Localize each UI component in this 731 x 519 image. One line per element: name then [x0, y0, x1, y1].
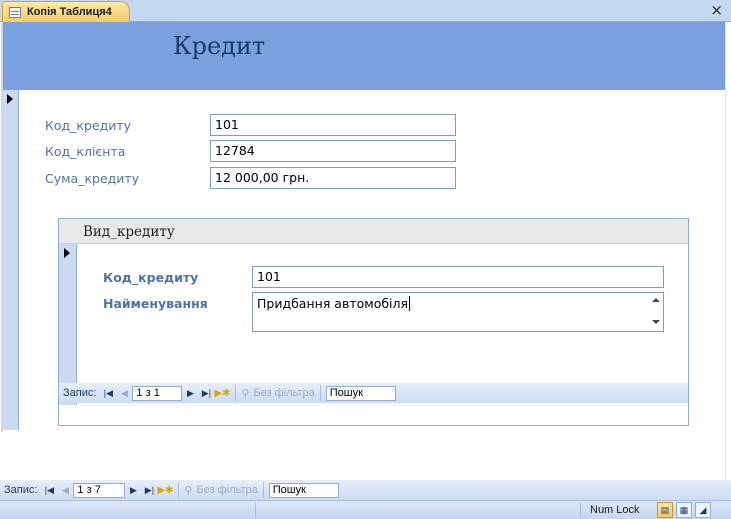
record-position[interactable]: 1 з 7 [73, 482, 126, 498]
subform-record-position[interactable]: 1 з 1 [132, 385, 183, 401]
form-header: Кредит [3, 22, 725, 90]
document-tab-strip: Копія Таблиця4 × [0, 0, 731, 22]
scroll-down-icon[interactable] [652, 320, 660, 324]
subform-new-record-icon[interactable]: ▶✱ [214, 386, 230, 400]
num-lock-indicator: Num Lock [590, 504, 640, 516]
main-nav-separator [178, 482, 180, 498]
filter-status[interactable]: Без фільтра [196, 484, 257, 496]
subform-last-record-icon[interactable]: ▶| [200, 386, 212, 400]
field-label-client-code: Код_клієнта [45, 144, 126, 159]
subform-prev-record-icon[interactable]: ◀ [118, 386, 130, 400]
subform-name-value: Придбання автомобіля [257, 296, 409, 311]
subform-filter-icon[interactable]: ⚲ [241, 387, 249, 400]
memo-scrollbar[interactable] [649, 293, 663, 331]
subform-first-record-icon[interactable]: |◀ [102, 386, 114, 400]
subform-credit-type: Вид_кредиту Код_кредиту 101 Найменування… [58, 218, 689, 426]
subform-navigation-bar: Запис: |◀ ◀ 1 з 1 ▶ ▶| ▶✱ ⚲ Без фільтра … [59, 383, 688, 403]
form-icon [9, 6, 21, 18]
last-record-icon[interactable]: ▶| [143, 483, 155, 497]
text-caret [409, 296, 411, 311]
prev-record-icon[interactable]: ◀ [59, 483, 71, 497]
next-record-icon[interactable]: ▶ [127, 483, 139, 497]
design-view-icon[interactable]: ◢ [695, 502, 711, 518]
client-code-field[interactable]: 12784 [210, 140, 456, 162]
subform-label-name: Найменування [103, 296, 208, 311]
new-record-icon[interactable]: ▶✱ [157, 483, 173, 497]
search-input[interactable]: Пошук [268, 482, 339, 498]
subform-search-input[interactable]: Пошук [325, 385, 396, 401]
form-title: Кредит [173, 32, 266, 60]
subform-nav-separator-2 [319, 385, 321, 401]
status-divider-2 [580, 503, 581, 518]
subform-label-credit-code: Код_кредиту [103, 270, 199, 285]
main-navigation-bar: Запис: |◀ ◀ 1 з 7 ▶ ▶| ▶✱ ⚲ Без фільтра … [0, 480, 731, 500]
credit-code-field[interactable]: 101 [210, 114, 456, 136]
record-selector[interactable] [3, 90, 19, 430]
status-divider [255, 503, 256, 518]
layout-view-icon[interactable]: ▦ [676, 502, 692, 518]
subform-name-field[interactable]: Придбання автомобіля [252, 292, 664, 332]
field-label-credit-code: Код_кредиту [45, 118, 132, 133]
status-bar: Num Lock ▤ ▦ ◢ [0, 500, 731, 519]
subform-header: Вид_кредиту [59, 219, 688, 244]
form-view-icon[interactable]: ▤ [657, 502, 673, 518]
subform-current-record-icon [64, 248, 70, 258]
subform-nav-label: Запис: [63, 387, 97, 399]
document-tab[interactable]: Копія Таблиця4 [2, 1, 130, 22]
form-area: Кредит Код_кредиту 101 Код_клієнта 12784… [0, 22, 731, 480]
document-tab-label: Копія Таблиця4 [27, 6, 112, 18]
subform-record-selector[interactable] [59, 244, 77, 405]
first-record-icon[interactable]: |◀ [43, 483, 55, 497]
current-record-icon [7, 94, 13, 104]
subform-nav-separator [235, 385, 237, 401]
form-right-edge [725, 22, 731, 480]
field-label-credit-amount: Сума_кредиту [45, 171, 140, 186]
main-nav-separator-2 [262, 482, 264, 498]
main-nav-label: Запис: [4, 484, 38, 496]
close-icon[interactable]: × [710, 2, 723, 18]
subform-filter-status[interactable]: Без фільтра [253, 387, 314, 399]
subform-credit-code-field[interactable]: 101 [252, 266, 664, 288]
scroll-up-icon[interactable] [652, 298, 660, 302]
subform-title: Вид_кредиту [83, 224, 175, 240]
filter-icon[interactable]: ⚲ [184, 484, 192, 497]
credit-amount-field[interactable]: 12 000,00 грн. [210, 167, 456, 189]
subform-next-record-icon[interactable]: ▶ [184, 386, 196, 400]
